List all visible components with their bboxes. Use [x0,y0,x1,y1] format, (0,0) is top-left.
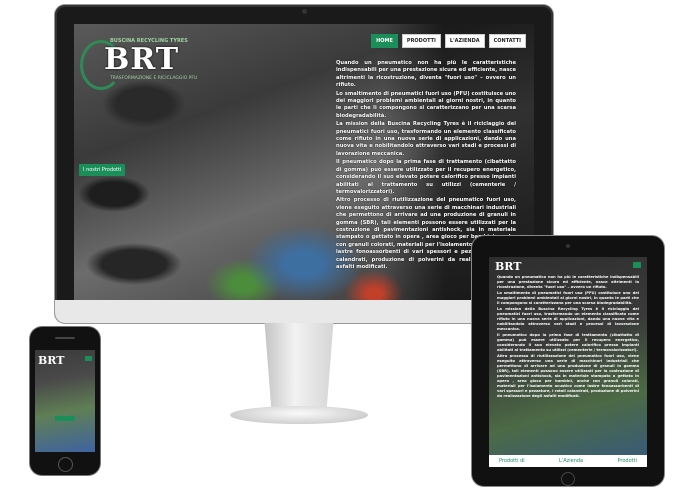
monitor-stand [264,323,334,411]
tablet-screen: BRT Quando un pneumatico non ha più le c… [489,257,647,467]
paragraph: La mission della Buscina Recycling Tyres… [497,307,639,331]
tablet-logo[interactable]: BRT [495,260,521,273]
monitor-base [230,406,368,424]
site-logo[interactable]: BUSCINA RECYCLING TYRES BRT TRASFORMAZIO… [80,38,200,90]
desktop-screen: BUSCINA RECYCLING TYRES BRT TRASFORMAZIO… [74,24,534,314]
phone-logo[interactable]: BRT [38,354,64,367]
nav-azienda[interactable]: L'AZIENDA [444,34,485,48]
footer-link[interactable]: L'Azienda [559,458,583,464]
main-nav: HOME PRODOTTI L'AZIENDA CONTATTI [371,34,526,48]
home-button [58,457,73,472]
footer-link[interactable]: Prodotti di [499,458,525,464]
tablet-footer: Prodotti di L'Azienda Prodotti [489,455,647,467]
paragraph: Il pneumatico dopo la prima fase di trat… [497,333,639,352]
home-button [561,472,575,486]
speaker-grille [55,337,75,339]
nav-contatti[interactable]: CONTATTI [488,34,526,48]
paragraph: La mission della Buscina Recycling Tyres… [336,121,516,157]
menu-icon[interactable] [85,356,92,361]
tablet-content-text: Quando un pneumatico non ha più le carat… [497,275,639,400]
nav-home[interactable]: HOME [371,34,398,48]
paragraph: Quando un pneumatico non ha più le carat… [336,60,516,89]
nav-prodotti[interactable]: PRODOTTI [401,34,441,48]
footer-link[interactable]: Prodotti [618,458,637,464]
paragraph: Quando un pneumatico non ha più le carat… [497,275,639,289]
paragraph: Altro processo di riutilizzazione del pn… [497,354,639,398]
logo-main-text: BRT [104,42,180,77]
phone-products-button[interactable] [55,416,75,421]
products-button[interactable]: I nostri Prodotti [79,164,126,176]
logo-bottom-text: TRASFORMAZIONE E RICICLAGGIO PFU [110,76,198,81]
tablet: BRT Quando un pneumatico non ha più le c… [472,236,664,486]
camera-dot [302,9,307,14]
camera-dot [566,244,570,248]
paragraph: Lo smaltimento di pneumatici fuori uso (… [336,90,516,119]
menu-icon[interactable] [633,262,641,268]
paragraph: Lo smaltimento di pneumatici fuori uso (… [497,291,639,305]
smartphone: BRT [30,327,100,475]
phone-screen: BRT [35,350,95,452]
paragraph: Il pneumatico dopo la prima fase di trat… [336,159,516,195]
